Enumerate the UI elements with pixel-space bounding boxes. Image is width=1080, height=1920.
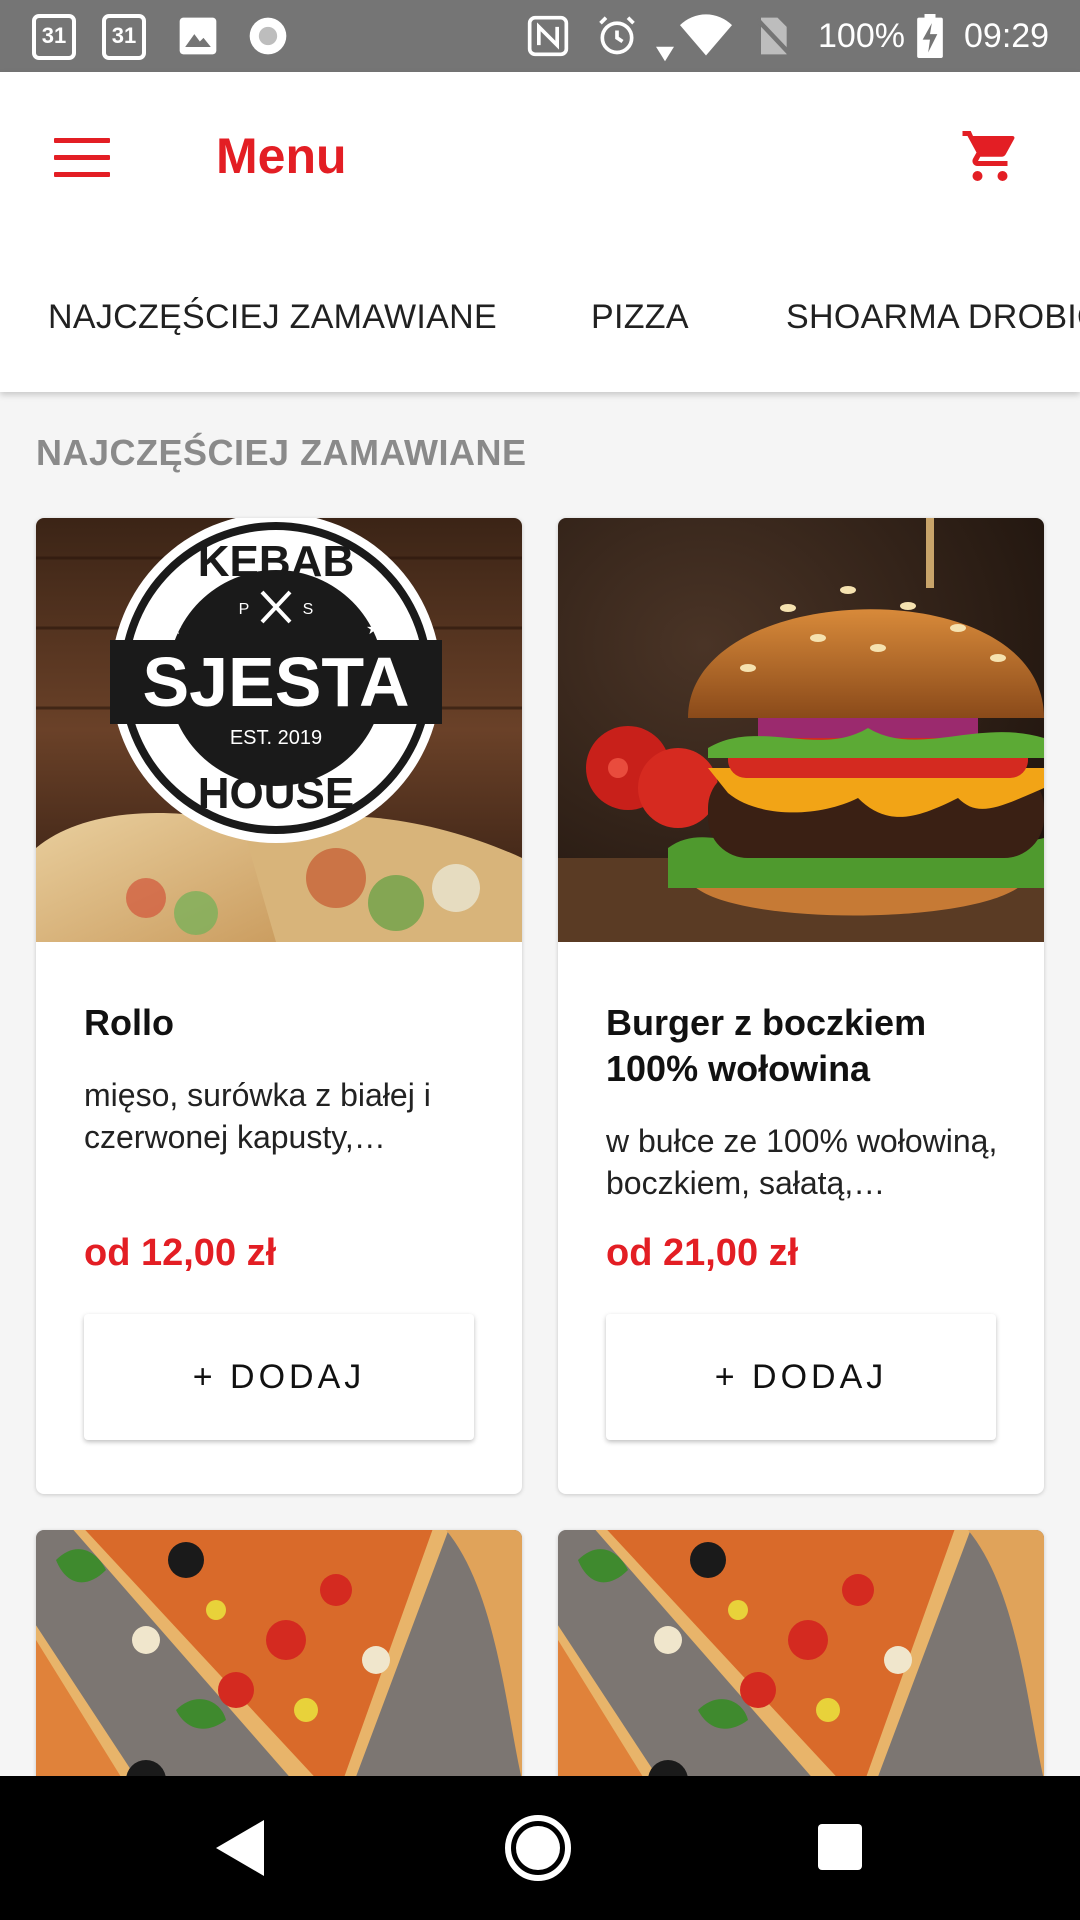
logo-text-bottom: HOUSE	[198, 769, 354, 818]
product-image-rollo: KEBAB SJESTA EST. 2019 HOUSE P S ★ ★	[36, 518, 522, 942]
home-icon[interactable]	[504, 1814, 572, 1882]
product-description: mięso, surówka z białej i czerwonej kapu…	[84, 1077, 431, 1155]
alarm-icon	[599, 16, 635, 55]
nfc-icon	[527, 15, 569, 57]
battery-percent: 100%	[818, 17, 905, 55]
logo-text-est: EST. 2019	[230, 727, 322, 749]
logo-initial-right: S	[303, 601, 314, 618]
product-price: od 21,00 zł	[606, 1232, 799, 1274]
back-icon[interactable]	[212, 1818, 268, 1878]
wifi-icon	[680, 14, 732, 56]
product-description: w bułce ze 100% wołowiną, boczkiem, sała…	[606, 1123, 998, 1201]
add-button[interactable]: + DODAJ	[84, 1314, 474, 1440]
menu-icon[interactable]	[54, 136, 112, 180]
calendar-icon: 31	[32, 14, 76, 60]
app-bar: Menu NAJCZĘŚCIEJ ZAMAWIANE PIZZA SHOARMA…	[0, 72, 1080, 392]
image-icon	[179, 17, 217, 55]
system-nav-bar	[0, 1776, 1080, 1920]
section-title: NAJCZĘŚCIEJ ZAMAWIANE	[36, 432, 527, 473]
record-icon	[249, 17, 287, 55]
logo-text-middle: SJESTA	[142, 643, 409, 721]
category-tabs: NAJCZĘŚCIEJ ZAMAWIANE PIZZA SHOARMA DROB…	[0, 272, 1080, 362]
data-arrow-icon	[656, 46, 674, 62]
tab-shoarma-drobiowa[interactable]: SHOARMA DROBIOWA	[786, 272, 1080, 362]
product-card-burger: Burger z boczkiem 100% wołowina w bułce …	[558, 518, 1044, 1494]
product-image-burger	[558, 518, 1044, 942]
page-title: Menu	[216, 128, 347, 184]
product-card-rollo: KEBAB SJESTA EST. 2019 HOUSE P S ★ ★ Rol…	[36, 518, 522, 1494]
calendar-icon-2: 31	[102, 14, 146, 60]
svg-text:★: ★	[366, 621, 380, 638]
product-name: Burger z boczkiem 100% wołowina	[606, 1002, 927, 1089]
logo-text-top: KEBAB	[198, 537, 354, 586]
add-button[interactable]: + DODAJ	[606, 1314, 996, 1440]
tab-pizza[interactable]: PIZZA	[591, 272, 689, 362]
logo-initial-left: P	[239, 601, 250, 618]
tab-najczesciej-zamawiane[interactable]: NAJCZĘŚCIEJ ZAMAWIANE	[48, 272, 497, 362]
status-bar: 31 31 100% 09:29	[0, 0, 1080, 72]
recents-icon[interactable]	[816, 1822, 864, 1872]
no-sim-icon	[755, 17, 791, 55]
product-name: Rollo	[84, 1002, 174, 1043]
battery-charging-icon	[917, 14, 943, 58]
product-price: od 12,00 zł	[84, 1232, 277, 1274]
cart-icon[interactable]	[960, 126, 1020, 186]
svg-text:★: ★	[168, 621, 182, 638]
clock: 09:29	[964, 17, 1050, 55]
